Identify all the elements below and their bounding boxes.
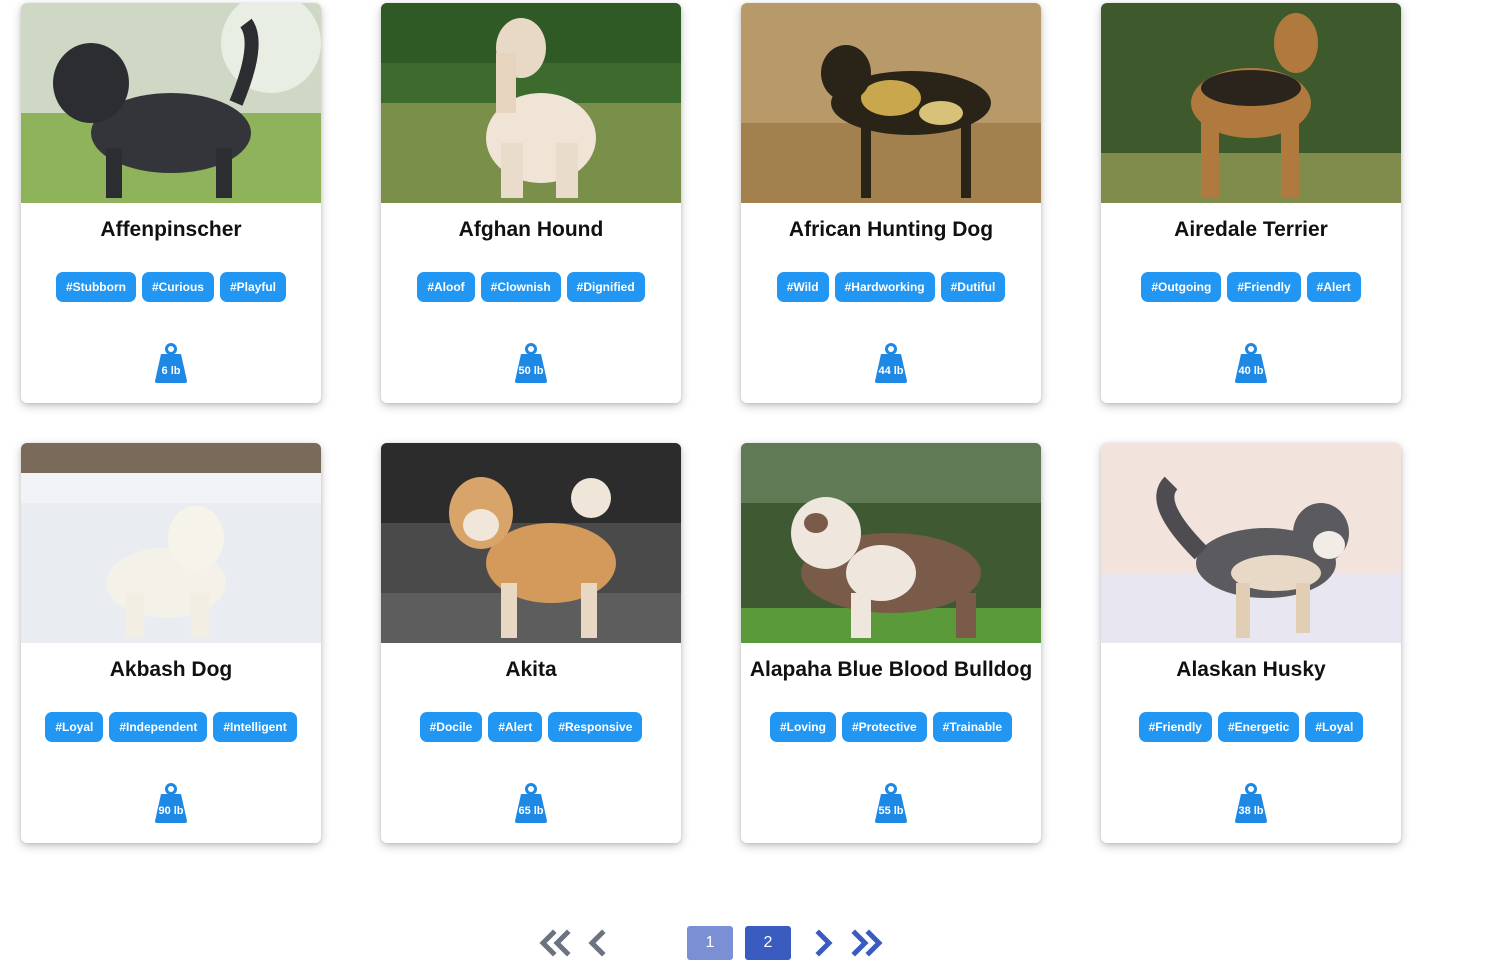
pagination: 12 — [0, 926, 1495, 960]
tag-list: #Loyal #Independent #Intelligent — [21, 712, 321, 742]
weight-label: 65 lb — [518, 805, 544, 817]
tag-list: #Friendly #Energetic #Loyal — [1101, 712, 1401, 742]
tag-list: #Aloof #Clownish #Dignified — [381, 272, 681, 302]
dog-photo — [741, 3, 1041, 203]
dog-card[interactable]: Alapaha Blue Blood Bulldog #Loving #Protec… — [741, 443, 1041, 843]
temperament-tag[interactable]: #Protective — [841, 712, 927, 742]
temperament-tag[interactable]: #Outgoing — [1141, 272, 1222, 302]
dog-card[interactable]: Akbash Dog #Loyal #Independent #Intelligent… — [21, 443, 321, 843]
dog-name: Alaskan Husky — [1176, 658, 1326, 681]
dog-name: Airedale Terrier — [1174, 218, 1328, 241]
temperament-tag[interactable]: #Loving — [769, 712, 836, 742]
dog-card-grid: Affenpinscher #Stubborn #Curious #Playful 6… — [21, 3, 1401, 843]
temperament-tag[interactable]: #Friendly — [1227, 272, 1301, 302]
weight-badge: 6 lb — [151, 343, 191, 383]
weight-label: 40 lb — [1238, 365, 1264, 377]
dog-name: Akbash Dog — [109, 658, 233, 681]
weight-badge: 50 lb — [511, 343, 551, 383]
temperament-tag[interactable]: #Trainable — [932, 712, 1013, 742]
temperament-tag[interactable]: #Stubborn — [55, 272, 136, 302]
temperament-tag[interactable]: #Dutiful — [940, 272, 1006, 302]
dog-photo — [381, 3, 681, 203]
weight-badge: 40 lb — [1231, 343, 1271, 383]
temperament-tag[interactable]: #Curious — [141, 272, 214, 302]
double-chevron-right-icon — [851, 929, 883, 957]
dog-name: Alapaha Blue Blood Bulldog — [749, 658, 1033, 681]
dog-name: Affenpinscher — [100, 218, 242, 241]
weight-label: 50 lb — [518, 365, 544, 377]
temperament-tag[interactable]: #Hardworking — [834, 272, 935, 302]
chevron-left-icon — [588, 929, 606, 957]
temperament-tag[interactable]: #Alert — [1306, 272, 1361, 302]
weight-badge: 38 lb — [1231, 783, 1271, 823]
dog-photo — [381, 443, 681, 643]
temperament-tag[interactable]: #Dignified — [566, 272, 645, 302]
dog-photo — [21, 443, 321, 643]
dog-photo — [1101, 443, 1401, 643]
prev-page-button[interactable] — [586, 926, 608, 960]
page-button-current[interactable]: 1 — [687, 926, 733, 960]
temperament-tag[interactable]: #Independent — [109, 712, 208, 742]
weight-badge: 90 lb — [151, 783, 191, 823]
tag-list: #Outgoing #Friendly #Alert — [1101, 272, 1401, 302]
temperament-tag[interactable]: #Intelligent — [213, 712, 297, 742]
dog-card[interactable]: Airedale Terrier #Outgoing #Friendly #Alert… — [1101, 3, 1401, 403]
dog-photo — [21, 3, 321, 203]
weight-label: 6 lb — [161, 365, 181, 377]
dog-card[interactable]: Afghan Hound #Aloof #Clownish #Dignified 50… — [381, 3, 681, 403]
dog-photo — [741, 443, 1041, 643]
next-page-button[interactable] — [813, 926, 835, 960]
chevron-right-icon — [815, 929, 833, 957]
weight-label: 55 lb — [878, 805, 904, 817]
temperament-tag[interactable]: #Loyal — [45, 712, 104, 742]
dog-name: Akita — [505, 658, 557, 681]
temperament-tag[interactable]: #Friendly — [1138, 712, 1212, 742]
temperament-tag[interactable]: #Responsive — [548, 712, 643, 742]
weight-badge: 65 lb — [511, 783, 551, 823]
dog-card[interactable]: Affenpinscher #Stubborn #Curious #Playful 6… — [21, 3, 321, 403]
page-button[interactable]: 2 — [745, 926, 791, 960]
weight-label: 38 lb — [1238, 805, 1264, 817]
dog-photo — [1101, 3, 1401, 203]
temperament-tag[interactable]: #Wild — [776, 272, 829, 302]
weight-badge: 55 lb — [871, 783, 911, 823]
weight-badge: 44 lb — [871, 343, 911, 383]
dog-card[interactable]: Alaskan Husky #Friendly #Energetic #Loyal 3… — [1101, 443, 1401, 843]
temperament-tag[interactable]: #Alert — [488, 712, 543, 742]
temperament-tag[interactable]: #Docile — [419, 712, 483, 742]
dog-card[interactable]: Akita #Docile #Alert #Responsive 65 lb — [381, 443, 681, 843]
first-page-button[interactable] — [537, 926, 573, 960]
temperament-tag[interactable]: #Energetic — [1217, 712, 1300, 742]
temperament-tag[interactable]: #Loyal — [1305, 712, 1364, 742]
temperament-tag[interactable]: #Aloof — [417, 272, 475, 302]
tag-list: #Stubborn #Curious #Playful — [21, 272, 321, 302]
weight-label: 44 lb — [878, 365, 904, 377]
dog-card[interactable]: African Hunting Dog #Wild #Hardworking #Dut… — [741, 3, 1041, 403]
weight-label: 90 lb — [158, 805, 184, 817]
temperament-tag[interactable]: #Playful — [219, 272, 287, 302]
temperament-tag[interactable]: #Clownish — [480, 272, 561, 302]
double-chevron-left-icon — [539, 929, 571, 957]
tag-list: #Wild #Hardworking #Dutiful — [741, 272, 1041, 302]
dog-name: African Hunting Dog — [788, 218, 994, 241]
tag-list: #Loving #Protective #Trainable — [741, 712, 1041, 742]
last-page-button[interactable] — [849, 926, 885, 960]
tag-list: #Docile #Alert #Responsive — [381, 712, 681, 742]
dog-name: Afghan Hound — [458, 218, 604, 241]
